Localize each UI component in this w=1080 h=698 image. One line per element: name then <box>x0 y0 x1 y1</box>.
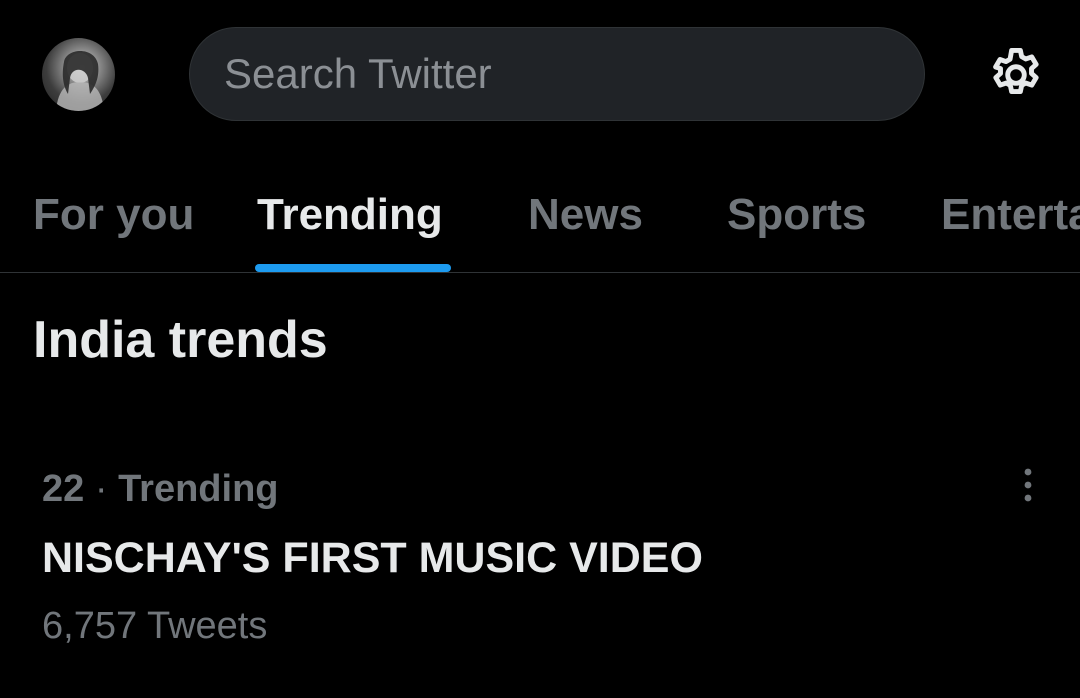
trend-tweet-count: 6,757 Tweets <box>42 605 268 647</box>
avatar-image <box>56 51 104 111</box>
profile-avatar[interactable] <box>42 38 115 111</box>
trend-item[interactable]: 22 · Trending NISCHAY'S FIRST MUSIC VIDE… <box>0 440 1080 670</box>
tab-label: Trending <box>257 190 443 239</box>
tab-label: Entertainment <box>941 190 1080 239</box>
search-input[interactable] <box>222 49 886 99</box>
tab-bar: For you Trending News Sports Entertainme… <box>0 150 1080 273</box>
trend-name: NISCHAY'S FIRST MUSIC VIDEO <box>42 534 703 582</box>
trend-category: Trending <box>118 468 279 510</box>
more-vertical-icon[interactable] <box>1008 462 1048 512</box>
gear-icon[interactable] <box>985 44 1047 106</box>
tab-label: Sports <box>727 190 867 239</box>
trend-rank: 22 <box>42 468 85 510</box>
tab-label: News <box>528 190 643 239</box>
section-title: India trends <box>33 311 328 369</box>
search-bar[interactable] <box>189 27 925 121</box>
tab-label: For you <box>33 190 195 239</box>
trend-separator: · <box>94 468 108 510</box>
trend-meta: 22 · Trending <box>42 468 279 511</box>
top-bar <box>0 0 1080 150</box>
active-tab-indicator <box>255 264 451 272</box>
